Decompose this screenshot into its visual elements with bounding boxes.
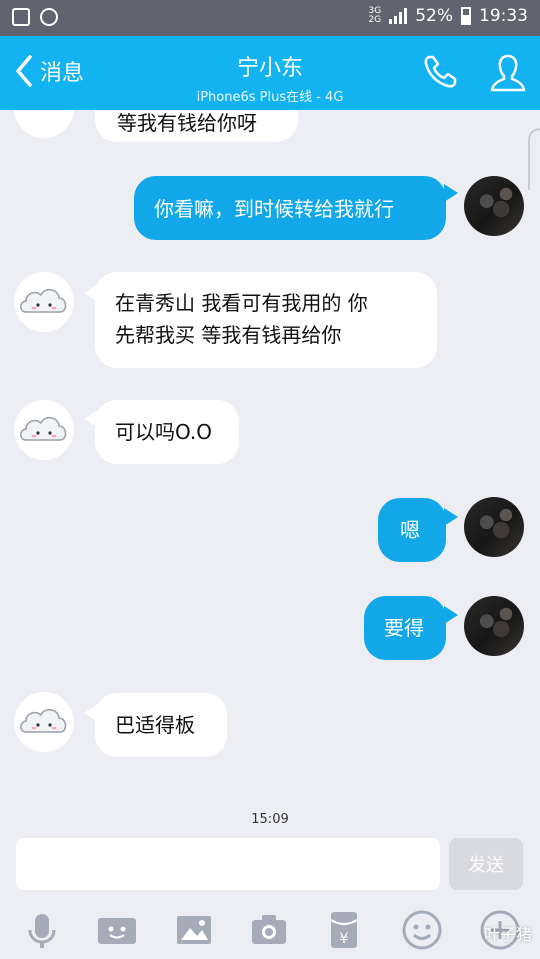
message-bubble[interactable]: 你看嘛，到时候转给我就行 (134, 176, 446, 240)
back-button[interactable]: 消息 (14, 54, 84, 88)
clock: 19:33 (479, 6, 528, 26)
contact-status: iPhone6s Plus在线 - 4G (196, 90, 344, 105)
video-icon[interactable] (95, 908, 139, 952)
app-notification-icon (40, 8, 58, 26)
message-bubble[interactable]: 嗯 (378, 498, 446, 562)
scroll-edge (528, 128, 540, 190)
message-bubble[interactable]: 要得 (364, 596, 446, 660)
bubble-tail (444, 184, 458, 202)
message-text-line1: 在青秀山 我看可有我用的 你 (115, 291, 368, 315)
message-bubble[interactable]: 巴适得板 (95, 693, 227, 757)
battery-percent: 52% (415, 6, 453, 26)
status-bar: 3G 2G 52% 19:33 (0, 0, 540, 36)
message-text: 你看嘛，到时候转给我就行 (154, 197, 394, 221)
message-input[interactable] (16, 838, 440, 890)
contact-avatar[interactable] (14, 400, 74, 460)
microphone-icon[interactable] (20, 908, 64, 952)
my-avatar[interactable] (464, 497, 524, 557)
cloud-avatar-icon (20, 709, 67, 733)
composer: 发送 (0, 832, 540, 896)
back-label: 消息 (40, 61, 85, 86)
message-text: 可以吗O.O (115, 420, 213, 444)
camera-icon[interactable] (247, 908, 291, 952)
watermark: 叶子猪 (483, 925, 532, 944)
image-icon[interactable] (172, 908, 216, 952)
message-bubble[interactable]: 可以吗O.O (95, 400, 239, 464)
svg-text:¥: ¥ (340, 931, 349, 947)
bubble-tail (444, 508, 458, 526)
message-bubble[interactable]: 在青秀山 我看可有我用的 你 先帮我买 等我有钱再给你 (95, 272, 437, 368)
input-toolbar: ¥ 叶子猪 (0, 900, 540, 959)
bubble-tail (444, 606, 458, 624)
my-avatar[interactable] (464, 596, 524, 656)
send-button[interactable]: 发送 (449, 838, 523, 890)
profile-icon[interactable] (488, 52, 528, 94)
my-avatar[interactable] (464, 176, 524, 236)
message-timestamp: 15:09 (251, 812, 289, 827)
message-text: 等我有钱给你呀 (117, 111, 257, 135)
signal-icon (389, 8, 408, 24)
network-type: 3G 2G (368, 6, 382, 25)
message-text: 要得 (384, 616, 424, 640)
gallery-notification-icon (12, 8, 30, 26)
message-text: 嗯 (400, 518, 420, 542)
chat-header-overlay: 消息 宁小东 iPhone6s Plus在线 - 4G (0, 36, 540, 110)
contact-name: 宁小东 (236, 56, 303, 81)
message-text-line2: 先帮我买 等我有钱再给你 (115, 323, 342, 347)
back-chevron-icon (16, 55, 32, 87)
contact-avatar[interactable] (14, 272, 74, 332)
battery-icon (461, 7, 471, 25)
cloud-avatar-icon (20, 289, 67, 313)
contact-avatar[interactable] (14, 692, 74, 752)
cloud-avatar-icon (20, 417, 67, 441)
phone-icon[interactable] (420, 52, 460, 92)
red-packet-icon[interactable]: ¥ (322, 908, 366, 952)
message-text: 巴适得板 (115, 713, 195, 737)
emoji-icon[interactable] (400, 908, 444, 952)
